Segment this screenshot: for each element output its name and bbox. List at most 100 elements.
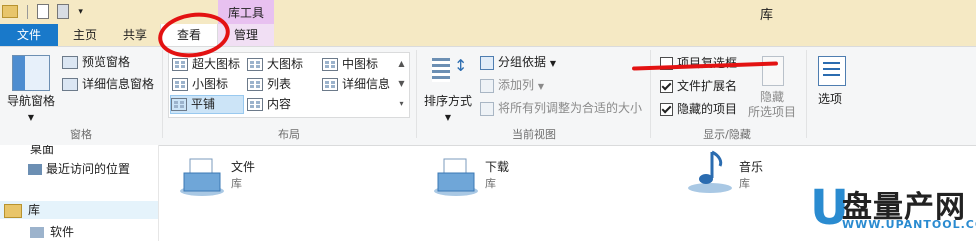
add-columns-icon	[480, 78, 494, 93]
nav-item-label: 库	[28, 203, 41, 217]
library-name: 音乐	[739, 160, 764, 174]
quick-access-toolbar: ▾	[2, 4, 83, 19]
nav-pane-label: 导航窗格	[6, 94, 55, 108]
group-divider	[162, 50, 163, 138]
library-tile-downloads[interactable]	[432, 155, 480, 200]
content-label: 内容	[267, 97, 292, 111]
window-title: 库	[760, 8, 774, 23]
sort-by-label: 排序方式	[423, 94, 472, 108]
nav-pane-icon	[12, 55, 50, 91]
size-columns-icon	[480, 101, 494, 116]
chevron-down-icon: ▼	[444, 113, 452, 122]
nav-item-libraries[interactable]: 库	[0, 201, 158, 219]
hide-selected-button[interactable]: 隐藏 所选项目	[742, 90, 802, 120]
watermark-url: WWW.UPANTOOL.COM	[842, 218, 976, 231]
details-label: 详细信息	[342, 77, 391, 91]
file-extensions-label: 文件扩展名	[677, 79, 738, 93]
tab-file[interactable]: 文件	[0, 24, 58, 46]
hide-selected-label-2: 所选项目	[747, 105, 796, 119]
small-icons-icon	[172, 78, 188, 91]
nav-item-label: 软件	[50, 225, 75, 239]
library-folder-icon	[30, 227, 44, 238]
library-type: 库	[231, 177, 242, 190]
library-type: 库	[485, 177, 496, 190]
file-extensions-checkbox[interactable]	[660, 80, 673, 93]
tiles-label: 平铺	[191, 97, 216, 111]
nav-item-software[interactable]: 软件	[30, 223, 74, 240]
details-pane-button[interactable]: 详细信息窗格	[62, 76, 154, 93]
large-icons-label: 大图标	[267, 57, 304, 71]
content-icon	[247, 98, 263, 111]
group-by-label: 分组依据	[498, 55, 547, 69]
group-divider	[806, 50, 807, 138]
hidden-items-toggle[interactable]: 隐藏的项目	[660, 101, 737, 118]
nav-item-label: 桌面	[30, 145, 55, 156]
chevron-down-icon: ▼	[27, 113, 35, 122]
add-columns-button[interactable]: 添加列 ▼	[480, 77, 544, 94]
preview-pane-label: 预览窗格	[82, 55, 131, 69]
add-columns-label: 添加列	[498, 78, 535, 92]
library-tile-documents[interactable]	[178, 155, 226, 200]
hidden-items-label: 隐藏的项目	[677, 102, 738, 116]
hidden-items-checkbox[interactable]	[660, 103, 673, 116]
library-name: 下载	[485, 160, 510, 174]
layout-extra-large-icons[interactable]: 超大图标	[172, 56, 240, 73]
recent-places-icon	[28, 164, 42, 175]
library-name: 文件	[231, 160, 256, 174]
list-label: 列表	[267, 77, 292, 91]
customize-toolbar-icon[interactable]: ▾	[78, 7, 83, 17]
music-library-icon	[688, 150, 732, 193]
new-folder-icon[interactable]	[57, 4, 70, 19]
hide-selected-label-1: 隐藏	[759, 90, 784, 104]
chevron-down-icon: ▼	[537, 82, 544, 91]
layout-details[interactable]: 详细信息	[322, 76, 390, 93]
gallery-scroll[interactable]: ▲ ▼ ▾	[396, 54, 407, 114]
size-columns-button[interactable]: 将所有列调整为合适的大小	[480, 100, 642, 117]
size-columns-label: 将所有列调整为合适的大小	[498, 101, 643, 115]
options-icon	[818, 56, 846, 86]
nav-item-desktop[interactable]: 桌面	[30, 145, 54, 157]
extra-large-icons-label: 超大图标	[192, 57, 241, 71]
layout-medium-icons[interactable]: 中图标	[322, 56, 378, 73]
layout-list[interactable]: 列表	[247, 76, 291, 93]
group-label-panes: 窗格	[70, 128, 92, 141]
group-label-layout: 布局	[278, 128, 300, 141]
folder-icon[interactable]	[2, 5, 18, 18]
gallery-up-icon[interactable]: ▲	[396, 54, 407, 74]
tiles-icon	[171, 98, 187, 111]
gallery-down-icon[interactable]: ▼	[396, 74, 407, 94]
group-label-current-view: 当前视图	[512, 128, 556, 141]
sort-by-icon: ↕	[430, 56, 467, 84]
sort-by-button[interactable]: 排序方式 ▼	[420, 92, 476, 123]
layout-tiles[interactable]: 平铺	[170, 95, 244, 114]
tab-share[interactable]: 共享	[110, 24, 160, 46]
group-by-button[interactable]: 分组依据 ▼	[480, 54, 556, 71]
gallery-more-icon[interactable]: ▾	[396, 94, 407, 114]
group-divider	[650, 50, 651, 138]
medium-icons-label: 中图标	[342, 57, 379, 71]
library-type: 库	[739, 177, 750, 190]
details-pane-label: 详细信息窗格	[82, 77, 155, 91]
options-label: 选项	[817, 92, 842, 106]
nav-item-recent[interactable]: 最近访问的位置	[28, 160, 130, 177]
file-extensions-toggle[interactable]: 文件扩展名	[660, 78, 737, 95]
extra-large-icons-icon	[172, 58, 188, 71]
nav-pane-button[interactable]: 导航窗格 ▼	[6, 92, 56, 123]
preview-pane-icon	[62, 56, 78, 69]
contextual-group-label: 库工具	[227, 6, 264, 20]
title-bar	[0, 0, 976, 24]
preview-pane-button[interactable]: 预览窗格	[62, 54, 130, 71]
tab-home[interactable]: 主页	[60, 24, 110, 46]
documents-library-icon	[180, 158, 224, 196]
list-icon	[247, 78, 263, 91]
properties-icon[interactable]	[36, 4, 49, 19]
layout-small-icons[interactable]: 小图标	[172, 76, 228, 93]
hide-selected-icon	[762, 56, 784, 86]
details-icon	[322, 78, 338, 91]
layout-large-icons[interactable]: 大图标	[247, 56, 303, 73]
separator-icon	[26, 4, 28, 19]
library-tile-music[interactable]	[686, 148, 734, 199]
layout-content[interactable]: 内容	[247, 96, 291, 113]
options-button[interactable]: 选项	[810, 90, 850, 107]
group-label-show-hide: 显示/隐藏	[703, 128, 751, 141]
